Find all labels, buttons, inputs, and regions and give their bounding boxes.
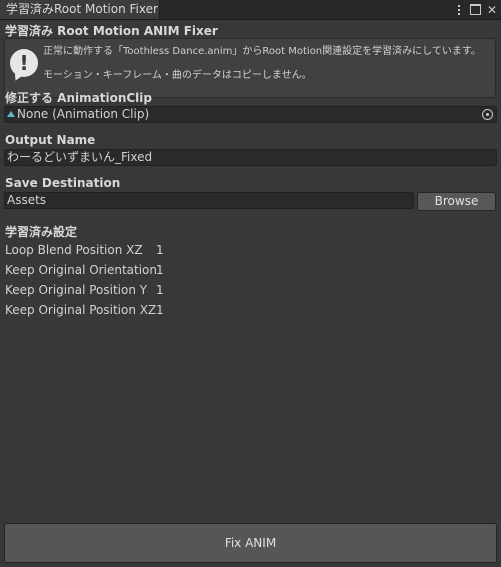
setting-row-name: Keep Original Position Y <box>5 283 148 297</box>
help-text-line2: モーション・キーフレーム・曲のデータはコピーしません。 <box>43 70 312 81</box>
setting-row-value: 1 <box>156 263 164 277</box>
setting-row-value: 1 <box>156 283 164 297</box>
setting-row-name: Loop Blend Position XZ <box>5 243 143 257</box>
window-tab[interactable]: 学習済みRoot Motion Fixer <box>0 0 160 19</box>
settings-heading: 学習済み設定 <box>5 225 78 239</box>
kebab-menu-icon[interactable] <box>454 3 464 17</box>
output-name-input[interactable]: わーるどいずまいん_Fixed <box>4 149 497 166</box>
info-exclamation-icon: ! <box>10 49 38 77</box>
maximize-icon[interactable] <box>469 4 481 15</box>
animation-clip-icon <box>7 110 15 117</box>
setting-row-value: 1 <box>156 243 164 257</box>
editor-window: 学習済みRoot Motion Fixer ✕ 学習済み Root Motion… <box>0 0 501 567</box>
animation-clip-value: None (Animation Clip) <box>17 107 150 121</box>
tab-bar: 学習済みRoot Motion Fixer ✕ <box>0 0 501 20</box>
page-title: 学習済み Root Motion ANIM Fixer <box>5 24 218 38</box>
setting-row-name: Keep Original Position XZ <box>5 303 157 317</box>
save-destination-input[interactable]: Assets <box>4 192 414 209</box>
save-destination-label: Save Destination <box>5 176 121 190</box>
animation-clip-field[interactable]: None (Animation Clip) <box>4 106 497 123</box>
output-name-label: Output Name <box>5 133 96 147</box>
browse-button[interactable]: Browse <box>417 192 496 211</box>
help-text-line1: 正常に動作する「Toothless Dance.anim」からRoot Moti… <box>43 46 481 57</box>
window-controls: ✕ <box>454 0 497 19</box>
setting-row-name: Keep Original Orientation <box>5 263 157 277</box>
fix-anim-button[interactable]: Fix ANIM <box>4 523 497 563</box>
object-picker-icon[interactable] <box>482 109 493 120</box>
clip-label: 修正する AnimationClip <box>5 91 152 105</box>
setting-row-value: 1 <box>156 303 164 317</box>
close-icon[interactable]: ✕ <box>487 4 497 16</box>
